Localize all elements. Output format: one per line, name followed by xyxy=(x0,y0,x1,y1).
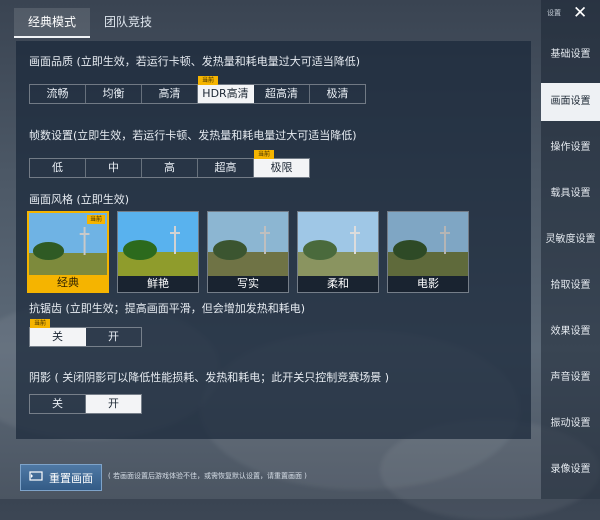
antialias-option-on[interactable]: 开 xyxy=(86,328,141,346)
style-name-realistic: 写实 xyxy=(208,276,288,292)
style-name-soft: 柔和 xyxy=(298,276,378,292)
tab-classic-mode[interactable]: 经典模式 xyxy=(14,8,91,38)
shadow-option-on[interactable]: 开 xyxy=(86,395,141,413)
reset-icon xyxy=(29,470,43,485)
quality-option-ultra-hd[interactable]: 超高清 xyxy=(254,85,310,103)
style-card-cinematic[interactable]: 电影 xyxy=(387,211,469,293)
sidebar-item-pickup[interactable]: 拾取设置 xyxy=(541,267,600,305)
style-name-vivid: 鲜艳 xyxy=(118,276,198,292)
close-icon[interactable]: ✕ xyxy=(573,3,587,23)
quality-option-smooth[interactable]: 流畅 xyxy=(30,85,86,103)
style-name-classic: 经典 xyxy=(29,275,107,291)
sidebar-title: 设置 xyxy=(547,9,561,17)
antialias-label: 抗锯齿 (立即生效；提高画面平滑，但会增加发热和耗电) xyxy=(29,302,306,315)
shadow-option-off[interactable]: 关 xyxy=(30,395,86,413)
framerate-selector: 低 中 高 超高 当前 极限 xyxy=(29,150,310,178)
framerate-label: 帧数设置(立即生效，若运行卡顿、发热量和耗电量过大可适当降低) xyxy=(29,129,357,142)
quality-option-extreme[interactable]: 极清 xyxy=(310,85,365,103)
current-tag: 当前 xyxy=(30,319,51,328)
sidebar-item-recording[interactable]: 录像设置 xyxy=(541,451,600,489)
sidebar-item-effects[interactable]: 效果设置 xyxy=(541,313,600,351)
current-tag: 当前 xyxy=(198,76,219,85)
shadow-label: 阴影 ( 关闭阴影可以降低性能损耗、发热和耗电；此开关只控制竞赛场景 ) xyxy=(29,371,390,384)
reset-graphics-button[interactable]: 重置画面 xyxy=(20,464,102,491)
style-cards: 当前 经典 鲜艳 写实 柔和 电影 xyxy=(27,211,469,293)
style-card-vivid[interactable]: 鲜艳 xyxy=(117,211,199,293)
sidebar-header: 设置 ✕ xyxy=(541,0,600,26)
sidebar-item-graphics[interactable]: 画面设置 xyxy=(541,83,600,121)
reset-note: ( 若画面设置后游戏体验不佳，或需恢复默认设置，请重置画面 ) xyxy=(108,472,307,480)
style-thumbnail xyxy=(298,212,378,276)
style-thumbnail xyxy=(208,212,288,276)
sidebar-item-sensitivity[interactable]: 灵敏度设置 xyxy=(541,221,600,259)
tab-team-deathmatch[interactable]: 团队竞技 xyxy=(90,8,166,36)
reset-graphics-label: 重置画面 xyxy=(49,471,93,485)
framerate-option-medium[interactable]: 中 xyxy=(86,159,142,177)
style-thumbnail xyxy=(118,212,198,276)
quality-label: 画面品质 (立即生效，若运行卡顿、发热量和耗电量过大可适当降低) xyxy=(29,55,361,68)
current-tag: 当前 xyxy=(254,150,275,159)
quality-selector: 流畅 均衡 高清 当前 HDR高清 超高清 极清 xyxy=(29,76,366,104)
mode-tabs: 经典模式 团队竞技 xyxy=(14,8,166,38)
sidebar-item-sound[interactable]: 声音设置 xyxy=(541,359,600,397)
style-card-soft[interactable]: 柔和 xyxy=(297,211,379,293)
style-label: 画面风格 (立即生效) xyxy=(29,193,130,206)
framerate-option-low[interactable]: 低 xyxy=(30,159,86,177)
style-card-realistic[interactable]: 写实 xyxy=(207,211,289,293)
quality-option-hdr-label: HDR高清 xyxy=(202,87,249,100)
style-card-classic[interactable]: 当前 经典 xyxy=(27,211,109,293)
antialias-option-off[interactable]: 当前 关 xyxy=(30,319,86,346)
shadow-toggle: 关 开 xyxy=(29,394,142,414)
sidebar-item-vibration[interactable]: 振动设置 xyxy=(541,405,600,443)
sidebar-item-basic[interactable]: 基础设置 xyxy=(541,36,600,74)
framerate-option-ultra[interactable]: 超高 xyxy=(198,159,254,177)
settings-sidebar: 设置 ✕ 基础设置 画面设置 操作设置 载具设置 灵敏度设置 拾取设置 效果设置… xyxy=(541,0,600,499)
quality-option-hd[interactable]: 高清 xyxy=(142,85,198,103)
sidebar-item-vehicle[interactable]: 载具设置 xyxy=(541,175,600,213)
sidebar-item-controls[interactable]: 操作设置 xyxy=(541,129,600,167)
current-tag: 当前 xyxy=(86,215,105,224)
quality-option-hdr[interactable]: 当前 HDR高清 xyxy=(198,76,254,103)
framerate-option-high[interactable]: 高 xyxy=(142,159,198,177)
style-thumbnail xyxy=(388,212,468,276)
quality-option-balanced[interactable]: 均衡 xyxy=(86,85,142,103)
framerate-option-extreme[interactable]: 当前 极限 xyxy=(254,150,309,177)
antialias-option-off-label: 关 xyxy=(52,330,63,343)
antialias-toggle: 当前 关 开 xyxy=(29,319,142,347)
framerate-option-extreme-label: 极限 xyxy=(270,161,293,174)
graphics-settings-panel: 画面品质 (立即生效，若运行卡顿、发热量和耗电量过大可适当降低) 流畅 均衡 高… xyxy=(16,41,531,439)
style-name-cinematic: 电影 xyxy=(388,276,468,292)
